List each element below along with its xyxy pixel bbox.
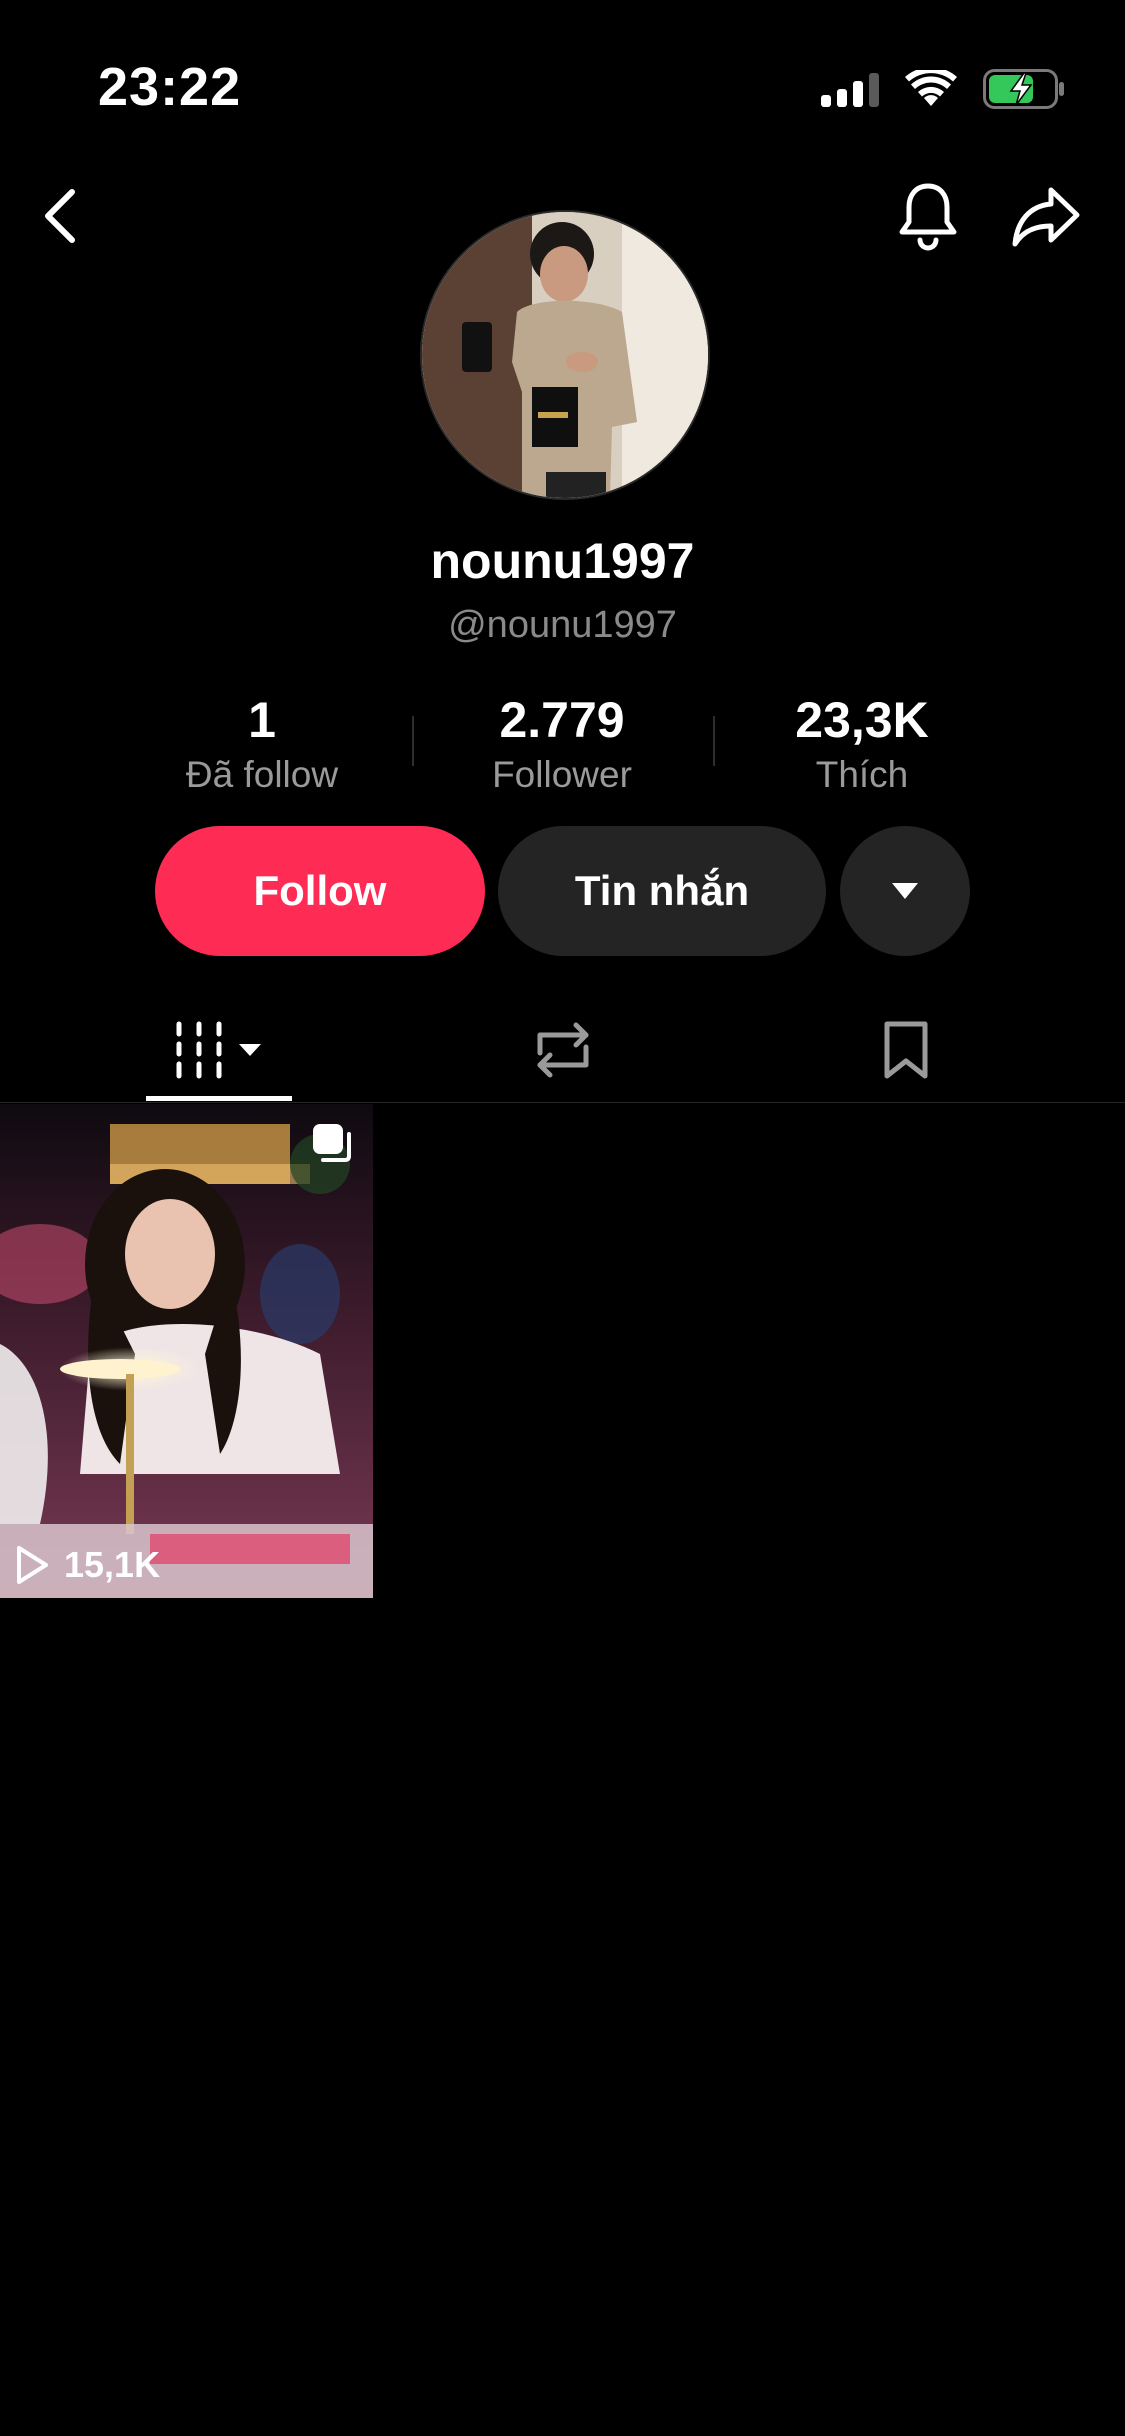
view-count: 15,1K <box>14 1544 160 1586</box>
avatar[interactable] <box>420 210 710 500</box>
profile-screen: 23:22 nounu1997 @nounu1997 1 Đã follow 2… <box>0 0 1125 2436</box>
message-button[interactable]: Tin nhắn <box>498 826 826 956</box>
follow-button[interactable]: Follow <box>155 826 485 956</box>
display-name: nounu1997 <box>430 533 695 589</box>
play-icon <box>17 1546 48 1584</box>
grid-videos-icon <box>176 1021 261 1079</box>
bell-icon <box>899 183 957 251</box>
cellular-signal-icon <box>821 71 879 107</box>
tabs-divider <box>0 1102 1125 1103</box>
stat-followers[interactable]: 2.779 Follower <box>412 690 712 800</box>
stat-following[interactable]: 1 Đã follow <box>112 690 412 800</box>
stat-label: Follower <box>492 754 632 795</box>
tab-reposts[interactable] <box>510 1000 616 1100</box>
stat-value: 2.779 <box>499 692 625 748</box>
notifications-button[interactable] <box>888 176 968 256</box>
username-handle: @nounu1997 <box>448 604 677 646</box>
wifi-icon <box>905 70 957 108</box>
status-icons <box>821 64 1065 114</box>
back-button[interactable] <box>20 176 100 256</box>
stat-label: Đã follow <box>185 754 339 795</box>
caret-down-icon <box>892 883 918 899</box>
chevron-left-icon <box>45 189 75 243</box>
view-count-text: 15,1K <box>64 1544 161 1585</box>
share-arrow-icon <box>1012 187 1080 247</box>
battery-charging-icon <box>983 69 1065 109</box>
share-button[interactable] <box>1006 176 1086 256</box>
video-thumbnail[interactable]: 15,1K <box>0 1104 373 1598</box>
repost-icon <box>537 1022 589 1078</box>
tab-videos[interactable] <box>146 1000 292 1100</box>
avatar-photo <box>422 212 708 498</box>
stat-likes[interactable]: 23,3K Thích <box>712 690 1012 800</box>
active-tab-indicator <box>146 1096 292 1101</box>
more-options-button[interactable] <box>840 826 970 956</box>
status-time: 23:22 <box>98 57 242 117</box>
video-thumbnail-image <box>0 1104 373 1598</box>
stat-value: 23,3K <box>795 692 929 748</box>
stat-label: Thích <box>815 754 909 795</box>
bookmark-icon <box>884 1021 928 1079</box>
stat-value: 1 <box>248 692 276 748</box>
tab-saved[interactable] <box>856 1000 956 1100</box>
multi-photo-icon <box>311 1122 355 1171</box>
